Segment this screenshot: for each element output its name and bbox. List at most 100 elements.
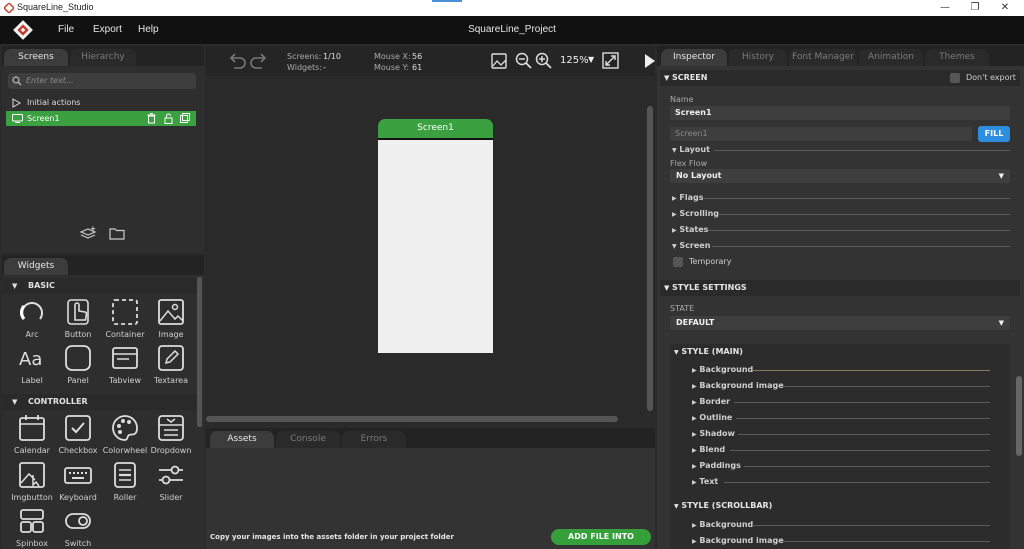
background-image-icon[interactable] [491, 53, 507, 69]
style-paddings[interactable]: ▶ Paddings [692, 461, 741, 470]
tab-history[interactable]: History [729, 49, 787, 66]
add-file-button[interactable]: ADD FILE INTO ASSETS [551, 529, 651, 549]
flags-toggle[interactable]: ▶ Flags [672, 193, 704, 202]
folder-icon[interactable] [109, 227, 125, 240]
style-scrollbar-toggle[interactable]: ▼ STYLE (SCROLLBAR) [674, 501, 772, 510]
window-title: SquareLine_Studio [17, 2, 94, 12]
redo-icon[interactable] [250, 52, 268, 70]
screen-list-item[interactable]: Screen1 [6, 111, 196, 126]
style-border[interactable]: ▶ Border [692, 397, 730, 406]
menu-export[interactable]: Export [93, 24, 122, 35]
widget-button[interactable]: Button [55, 298, 101, 339]
flex-flow-select[interactable]: No Layout ▼ [670, 169, 1010, 183]
zoom-out-icon[interactable] [515, 52, 532, 69]
style-settings-header[interactable]: ▼ STYLE SETTINGS [660, 280, 1020, 296]
divider [734, 402, 990, 403]
style-background[interactable]: ▶ Background [692, 365, 753, 374]
style-blend[interactable]: ▶ Blend [692, 445, 725, 454]
widget-switch[interactable]: Switch [55, 507, 101, 548]
screens-search[interactable]: Enter text... [8, 73, 196, 89]
tab-screens[interactable]: Screens [4, 49, 68, 66]
scrolling-toggle[interactable]: ▶ Scrolling [672, 209, 719, 218]
mouse-y-value: 61 [412, 63, 423, 72]
widget-colorwheel[interactable]: Colorwheel [102, 414, 148, 455]
screens-tabbar: Screens Hierarchy [2, 46, 204, 66]
fit-screen-icon[interactable] [602, 52, 619, 69]
state-select[interactable]: DEFAULT ▼ [670, 316, 1010, 330]
widget-arc[interactable]: Arc [9, 298, 55, 339]
scrollbar-background-image[interactable]: ▶ Background image [692, 536, 784, 545]
inspector-scrollbar[interactable] [1016, 376, 1022, 456]
tab-widgets[interactable]: Widgets [4, 258, 68, 275]
add-screen-icon[interactable] [80, 226, 97, 241]
trash-icon[interactable] [147, 113, 156, 124]
temporary-checkbox[interactable] [673, 257, 683, 267]
widget-panel[interactable]: Panel [55, 344, 101, 385]
tab-themes[interactable]: Themes [925, 49, 989, 66]
widget-imgbutton[interactable]: Imgbutton [9, 461, 55, 502]
screen-preview-title[interactable]: Screen1 [378, 119, 493, 139]
widgets-scrollbar[interactable] [197, 277, 202, 427]
tab-hierarchy[interactable]: Hierarchy [70, 49, 136, 66]
layout-toggle[interactable]: ▼ Layout [672, 145, 710, 154]
widget-roller[interactable]: Roller [102, 461, 148, 502]
widget-dropdown[interactable]: Dropdown [148, 414, 194, 455]
zoom-level[interactable]: 125% [560, 55, 589, 66]
monitor-icon [12, 114, 23, 123]
play-preview-icon[interactable] [644, 53, 655, 69]
screen-section-header[interactable]: ▼ SCREEN Don't export [660, 70, 1020, 86]
tab-animation[interactable]: Animation [859, 49, 923, 66]
screens-count-label: Screens: [287, 52, 322, 61]
caret-down-icon: ▼ [998, 172, 1004, 180]
widget-textarea[interactable]: Textarea [148, 344, 194, 385]
widget-spinbox[interactable]: Spinbox [9, 507, 55, 548]
style-text[interactable]: ▶ Text [692, 477, 718, 486]
widget-slider[interactable]: Slider [148, 461, 194, 502]
widget-calendar[interactable]: Calendar [9, 414, 55, 455]
squareline-logo-icon[interactable] [12, 19, 34, 41]
menu-help[interactable]: Help [138, 24, 159, 35]
dont-export-checkbox[interactable] [950, 73, 960, 83]
app-logo-icon [4, 3, 14, 13]
tab-assets[interactable]: Assets [210, 431, 274, 448]
undo-icon[interactable] [228, 52, 246, 70]
style-shadow[interactable]: ▶ Shadow [692, 429, 735, 438]
tab-console[interactable]: Console [276, 431, 340, 448]
states-toggle[interactable]: ▶ States [672, 225, 708, 234]
style-outline[interactable]: ▶ Outline [692, 413, 732, 422]
widget-checkbox[interactable]: Checkbox [55, 414, 101, 455]
widget-label[interactable]: Aa Label [9, 344, 55, 385]
widget-image[interactable]: Image [148, 298, 194, 339]
screen-preview[interactable] [378, 138, 493, 353]
maximize-button[interactable]: ❐ [960, 0, 990, 16]
widget-tabview[interactable]: Tabview [102, 344, 148, 385]
initial-actions-item[interactable]: Initial actions [8, 96, 198, 110]
zoom-dropdown-caret[interactable]: ▼ [588, 55, 594, 64]
duplicate-icon[interactable] [180, 113, 190, 123]
basic-section-header[interactable]: ▼ BASIC [2, 278, 198, 294]
close-button[interactable]: ✕ [990, 0, 1020, 16]
style-background-image[interactable]: ▶ Background image [692, 381, 784, 390]
minimize-button[interactable]: — [930, 0, 960, 16]
screen-toggle[interactable]: ▼ Screen [672, 241, 710, 250]
widget-container[interactable]: Container [102, 298, 148, 339]
scrollbar-background[interactable]: ▶ Background [692, 520, 753, 529]
canvas-hscrollbar[interactable] [206, 416, 618, 422]
fill-input[interactable]: Screen1 [670, 127, 972, 141]
tab-inspector[interactable]: Inspector [661, 49, 727, 66]
divider [780, 386, 990, 387]
style-main-toggle[interactable]: ▼ STYLE (MAIN) [674, 347, 743, 356]
divider [714, 150, 1010, 151]
tab-font-manager[interactable]: Font Manager [789, 49, 857, 66]
canvas-vscrollbar[interactable] [647, 106, 653, 411]
lock-icon[interactable] [164, 113, 173, 124]
dropdown-icon [158, 415, 184, 441]
tab-errors[interactable]: Errors [342, 431, 406, 448]
fill-button[interactable]: FILL [978, 126, 1010, 142]
menu-file[interactable]: File [58, 24, 74, 35]
controller-section-header[interactable]: ▼ CONTROLLER [2, 394, 198, 410]
zoom-in-icon[interactable] [535, 52, 552, 69]
widget-keyboard[interactable]: Keyboard [55, 461, 101, 502]
canvas-area[interactable]: Screen1 [206, 76, 655, 426]
name-input[interactable]: Screen1 [670, 106, 1010, 120]
